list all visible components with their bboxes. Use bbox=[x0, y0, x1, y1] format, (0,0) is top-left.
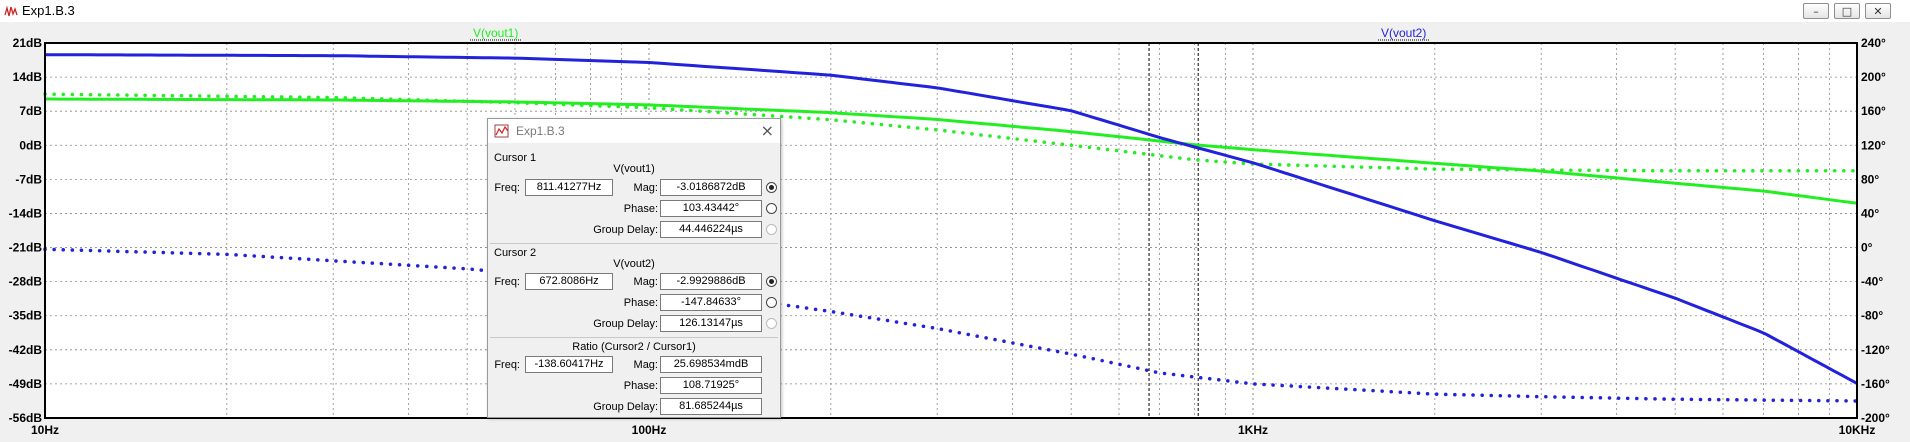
cursor1-group-delay-field: 44.446224µs bbox=[660, 221, 762, 238]
minimize-button[interactable]: – bbox=[1803, 3, 1829, 19]
x-tick-label: 1KHz bbox=[1238, 423, 1268, 437]
cursor2-freq-field[interactable]: 672.8086Hz bbox=[525, 273, 613, 290]
y-left-tick-label: 0dB bbox=[19, 138, 42, 152]
y-right-tick-label: 120° bbox=[1861, 138, 1886, 152]
x-tick-label: 10KHz bbox=[1839, 423, 1876, 437]
divider bbox=[490, 337, 778, 338]
cursor1-freq-field[interactable]: 811.41277Hz bbox=[525, 179, 613, 196]
ratio-mag-label: Mag: bbox=[633, 359, 658, 371]
y-right-tick-label: -120° bbox=[1861, 343, 1890, 357]
cursor2-group-delay-radio[interactable] bbox=[766, 318, 777, 329]
trace-label-text: V(vout2) bbox=[1381, 26, 1426, 40]
ratio-group-delay-field: 81.685244µs bbox=[660, 398, 762, 415]
cursor1-group-delay-label: Group Delay: bbox=[593, 224, 658, 236]
cursor2-mag-field: -2.9929886dB bbox=[660, 273, 762, 290]
y-left-tick-label: 14dB bbox=[13, 70, 43, 84]
y-right-tick-label: 0° bbox=[1861, 241, 1873, 255]
y-right-tick-label: -80° bbox=[1861, 309, 1883, 323]
trace-label-text: V(vout1) bbox=[473, 26, 518, 40]
dialog-close-icon[interactable]: × bbox=[761, 121, 774, 140]
y-left-tick-label: -21dB bbox=[9, 241, 43, 255]
ratio-phase-label: Phase: bbox=[623, 380, 658, 392]
bode-plot[interactable]: 21dB 14dB 7dB 0dB -7dB -14dB -21dB -28dB -35dB -4… bbox=[0, 22, 1910, 442]
y-left-tick-label: -35dB bbox=[9, 309, 43, 323]
ratio-heading: Ratio (Cursor2 / Cursor1) bbox=[572, 341, 696, 353]
y-left-tick-label: -7dB bbox=[15, 172, 42, 186]
y-left-tick-label: -28dB bbox=[9, 275, 43, 289]
y-left-tick-label: -49dB bbox=[9, 377, 43, 391]
cursor1-phase-radio[interactable] bbox=[766, 203, 777, 214]
cursor2-mag-radio[interactable] bbox=[766, 276, 777, 287]
cursor2-phase-label: Phase: bbox=[623, 297, 658, 309]
cursor1-phase-field: 103.43442° bbox=[660, 200, 762, 217]
maximize-button[interactable]: □ bbox=[1834, 3, 1860, 19]
window-title: Exp1.B.3 bbox=[22, 3, 75, 18]
y-left-tick-label: 21dB bbox=[13, 36, 43, 50]
window-titlebar: Exp1.B.3 – □ ✕ bbox=[0, 0, 1910, 23]
cursor1-mag-radio[interactable] bbox=[766, 182, 777, 193]
y-left-tick-label: -42dB bbox=[9, 343, 43, 357]
x-tick-label: 10Hz bbox=[31, 423, 59, 437]
y-right-tick-label: 160° bbox=[1861, 104, 1886, 118]
cursor-readout-dialog[interactable]: Exp1.B.3 × Cursor 1 V(vout1) Freq: 811.4… bbox=[487, 118, 781, 418]
cursor2-group-delay-label: Group Delay: bbox=[593, 318, 658, 330]
close-window-button[interactable]: ✕ bbox=[1865, 3, 1891, 19]
y-right-tick-label: 200° bbox=[1861, 70, 1886, 84]
cursor1-freq-label: Freq: bbox=[494, 182, 520, 194]
ratio-freq-label: Freq: bbox=[494, 359, 520, 371]
ratio-mag-field: 25.698534mdB bbox=[660, 356, 762, 373]
cursor2-group-delay-field: 126.13147µs bbox=[660, 315, 762, 332]
ratio-group-delay-label: Group Delay: bbox=[593, 401, 658, 413]
y-right-tick-label: -40° bbox=[1861, 275, 1883, 289]
trace-label-vvout2: V(vout2) bbox=[1378, 26, 1430, 41]
cursor1-mag-label: Mag: bbox=[633, 182, 658, 194]
y-right-tick-label: -160° bbox=[1861, 377, 1890, 391]
x-tick-label: 100Hz bbox=[632, 423, 667, 437]
divider bbox=[490, 243, 778, 244]
y-right-tick-label: 80° bbox=[1861, 172, 1879, 186]
cursor2-phase-field: -147.84633° bbox=[660, 294, 762, 311]
trace-label-vvout1: V(vout1) bbox=[470, 26, 522, 41]
y-left-tick-label: -14dB bbox=[9, 206, 43, 220]
dialog-title: Exp1.B.3 bbox=[516, 124, 565, 138]
y-right-tick-label: 40° bbox=[1861, 206, 1879, 220]
dialog-titlebar[interactable]: Exp1.B.3 × bbox=[488, 119, 780, 143]
cursor1-group-delay-radio[interactable] bbox=[766, 224, 777, 235]
cursor1-phase-label: Phase: bbox=[623, 203, 658, 215]
cursor1-mag-field: -3.0186872dB bbox=[660, 179, 762, 196]
cursor2-freq-label: Freq: bbox=[494, 276, 520, 288]
waveform-app-icon bbox=[4, 5, 18, 17]
y-right-tick-label: 240° bbox=[1861, 36, 1886, 50]
ratio-freq-field: -138.60417Hz bbox=[525, 356, 613, 373]
y-left-tick-label: 7dB bbox=[19, 104, 42, 118]
cursor-icon bbox=[494, 124, 509, 138]
ratio-phase-field: 108.71925° bbox=[660, 377, 762, 394]
cursor1-trace: V(vout1) bbox=[613, 163, 655, 175]
cursor2-mag-label: Mag: bbox=[633, 276, 658, 288]
cursor2-phase-radio[interactable] bbox=[766, 297, 777, 308]
cursor2-trace: V(vout2) bbox=[613, 258, 655, 270]
